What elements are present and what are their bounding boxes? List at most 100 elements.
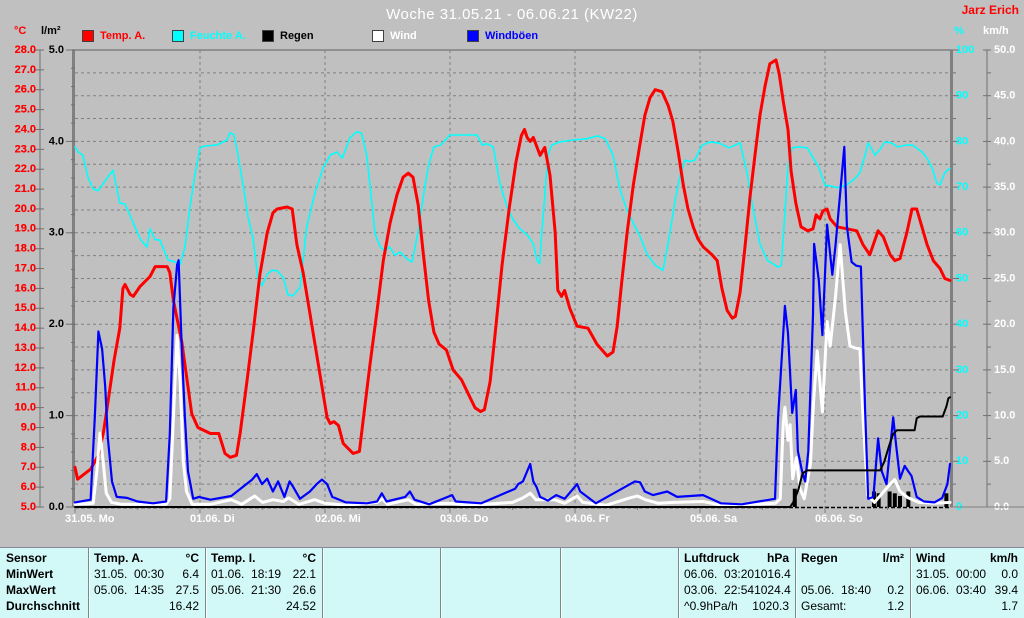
svg-text:25.0: 25.0 <box>15 104 36 116</box>
axis-humidity: 1009080706050403020100 <box>953 44 974 513</box>
wind-tick-label: 5.0 <box>994 455 1009 467</box>
table-divider <box>205 548 207 618</box>
svg-text:15.0: 15.0 <box>15 302 36 314</box>
row-label-minwert: MinWert <box>6 567 54 581</box>
svg-text:9.0: 9.0 <box>21 421 36 433</box>
humidity-tick-label: 20 <box>956 410 968 422</box>
svg-text:11.0: 11.0 <box>15 382 36 394</box>
col-1-min: 31.05. 00:30 6.4 <box>94 567 199 581</box>
col-4-min <box>440 566 560 582</box>
table-divider <box>560 548 562 618</box>
day-label: 31.05. Mo <box>65 513 115 525</box>
col-3-header <box>322 550 440 566</box>
weather-week-chart: 28.0 27.0 26.0 25.0 24.0 23.0 22.0 21.0 20.0 19.0… <box>15 44 1024 525</box>
svg-text:21.0: 21.0 <box>15 183 36 195</box>
day-label: 03.06. Do <box>440 513 489 525</box>
humidity-tick-label: 100 <box>956 44 974 56</box>
col-2-header: Temp. I. °C <box>211 551 316 565</box>
humidity-tick-label: 60 <box>956 227 968 239</box>
col-7-avg: Gesamt: 1.2 <box>801 599 904 613</box>
table-divider <box>678 548 680 618</box>
table-divider <box>440 548 442 618</box>
series-windb-en <box>73 145 952 506</box>
svg-text:6.0: 6.0 <box>21 481 36 493</box>
col-1-max: 05.06. 14:35 27.5 <box>94 583 199 597</box>
table-divider <box>88 548 90 618</box>
svg-text:13.0: 13.0 <box>15 342 36 354</box>
svg-text:10.0: 10.0 <box>15 402 36 414</box>
col-6-max: 03.06. 22:54 1024.4 <box>684 583 791 597</box>
wind-tick-label: 50.0 <box>994 44 1015 56</box>
col-4-max <box>440 582 560 598</box>
humidity-tick-label: 80 <box>956 135 968 147</box>
col-5-min <box>560 566 678 582</box>
series-feuchte-a- <box>74 131 951 297</box>
svg-text:8.0: 8.0 <box>21 441 36 453</box>
stats-table: Sensor MinWert MaxWert Durchschnitt Temp. A.… <box>0 547 1024 618</box>
table-divider <box>910 548 912 618</box>
col-5-max <box>560 582 678 598</box>
wind-tick-label: 20.0 <box>994 318 1015 330</box>
col-6-header: Luftdruck hPa <box>684 551 789 565</box>
axis-days: 31.05. Mo 01.06. Di 02.06. Mi 03.06. Do 04.0… <box>65 506 1024 525</box>
wind-tick-label: 25.0 <box>994 272 1015 284</box>
day-label: 01.06. Di <box>190 513 235 525</box>
svg-text:16.0: 16.0 <box>15 282 36 294</box>
svg-text:28.0: 28.0 <box>15 44 36 56</box>
rain-tick-label: 2.0 <box>49 318 64 330</box>
col-7-header: Regen l/m² <box>801 551 904 565</box>
wind-tick-label: 45.0 <box>994 90 1015 102</box>
rain-tick-label: 5.0 <box>49 44 64 56</box>
col-2-min: 01.06. 18:19 22.1 <box>211 567 316 581</box>
col-8-max: 06.06. 03:40 39.4 <box>916 583 1018 597</box>
weather-chart-screen: Woche 31.05.21 - 06.06.21 (KW22) Jarz Er… <box>0 0 1024 618</box>
wind-tick-label: 35.0 <box>994 181 1015 193</box>
svg-text:14.0: 14.0 <box>15 322 36 334</box>
col-5-header <box>560 550 678 566</box>
humidity-tick-label: 10 <box>956 455 968 467</box>
day-label: 06.06. So <box>815 513 863 525</box>
svg-text:20.0: 20.0 <box>15 203 36 215</box>
humidity-tick-label: 40 <box>956 318 968 330</box>
svg-text:12.0: 12.0 <box>15 362 36 374</box>
svg-text:7.0: 7.0 <box>21 461 36 473</box>
axis-wind: 50.045.040.035.030.025.020.015.010.05.00… <box>983 44 1015 513</box>
svg-text:5.0: 5.0 <box>21 501 36 513</box>
wind-tick-label: 40.0 <box>994 135 1015 147</box>
col-2-max: 05.06. 21:30 26.6 <box>211 583 316 597</box>
day-label: 04.06. Fr <box>565 513 610 525</box>
svg-text:26.0: 26.0 <box>15 84 36 96</box>
humidity-tick-label: 30 <box>956 364 968 376</box>
col-1-avg: 16.42 <box>168 599 199 613</box>
wind-tick-label: 30.0 <box>994 227 1015 239</box>
svg-text:27.0: 27.0 <box>15 64 36 76</box>
col-5-avg <box>560 598 678 614</box>
col-3-avg <box>322 598 440 614</box>
col-6-min: 06.06. 03:20 1016.4 <box>684 567 791 581</box>
col-4-header <box>440 550 560 566</box>
col-7-max: 05.06. 18:40 0.2 <box>801 583 904 597</box>
rain-tick-label: 3.0 <box>49 227 64 239</box>
rain-tick-label: 0.0 <box>49 501 64 513</box>
col-7-min <box>795 566 910 582</box>
row-label-durchschnitt: Durchschnitt <box>6 599 81 613</box>
svg-text:18.0: 18.0 <box>15 243 36 255</box>
rain-tick-label: 1.0 <box>49 410 64 422</box>
svg-text:24.0: 24.0 <box>15 123 36 135</box>
svg-text:22.0: 22.0 <box>15 163 36 175</box>
day-label: 05.06. Sa <box>690 513 738 525</box>
table-divider <box>795 548 797 618</box>
svg-text:23.0: 23.0 <box>15 143 36 155</box>
table-divider <box>322 548 324 618</box>
humidity-tick-label: 50 <box>956 272 968 284</box>
day-label: 02.06. Mi <box>315 513 361 525</box>
humidity-tick-label: 90 <box>956 90 968 102</box>
axis-rain: 5.0 4.0 3.0 2.0 1.0 0.0 <box>49 44 75 513</box>
col-8-avg: 1.7 <box>1001 599 1018 613</box>
series-temp-a- <box>73 58 952 481</box>
col-6-avg: ^0.9hPa/h 1020.3 <box>684 599 789 613</box>
col-3-min <box>322 566 440 582</box>
rain-tick-label: 4.0 <box>49 135 64 147</box>
svg-text:17.0: 17.0 <box>15 262 36 274</box>
col-8-header: Wind km/h <box>916 551 1018 565</box>
